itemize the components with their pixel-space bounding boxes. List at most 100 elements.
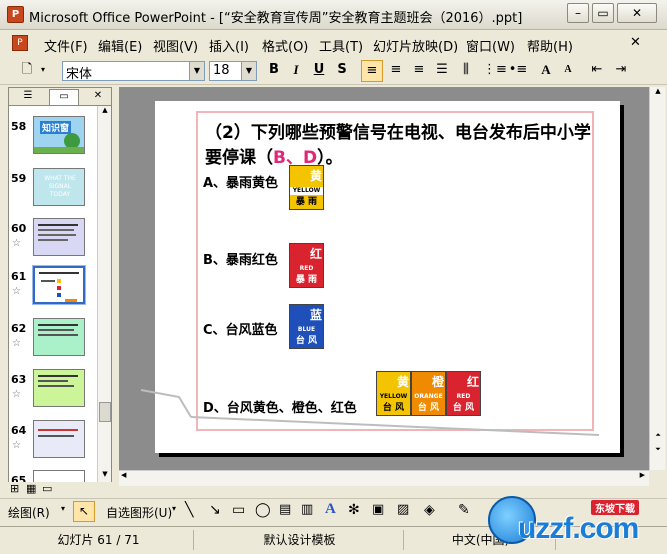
clipart-icon[interactable]: ▣ xyxy=(372,502,384,517)
animation-star-icon: ☆ xyxy=(12,286,21,297)
document-icon[interactable]: P xyxy=(12,35,28,51)
menu-format[interactable]: 格式(O) xyxy=(262,36,308,55)
menu-slideshow[interactable]: 幻灯片放映(D) xyxy=(373,36,458,55)
canvas-horizontal-scrollbar[interactable]: ◀ ▶ xyxy=(119,470,649,486)
autoshapes-dropdown-icon[interactable]: ▾ xyxy=(172,504,176,513)
scroll-right-icon[interactable]: ▶ xyxy=(640,471,645,479)
powerpoint-window: P Microsoft Office PowerPoint - [“安全教育宣传… xyxy=(0,0,667,554)
new-doc-icon[interactable]: 🗋 xyxy=(16,60,38,82)
font-dropdown-icon[interactable]: ▼ xyxy=(189,62,204,80)
menu-view[interactable]: 视图(V) xyxy=(153,36,198,55)
slides-tab-icon[interactable]: ▭ xyxy=(49,89,79,105)
distribute-icon[interactable]: ☰ xyxy=(431,60,453,82)
wordart-icon[interactable]: A xyxy=(325,501,336,518)
draw-dropdown-icon[interactable]: ▾ xyxy=(61,504,65,513)
slide-62-thumbnail[interactable] xyxy=(33,318,85,356)
bullets-icon[interactable]: •≡ xyxy=(507,60,529,82)
prev-slide-icon[interactable]: ⏶ xyxy=(652,431,664,440)
thumbnail-number: 64 xyxy=(11,424,27,437)
numbering-icon[interactable]: ⋮≡ xyxy=(483,60,507,82)
uzzf-logo: 东坡下载 uzzf.com xyxy=(488,494,663,550)
slide-61-thumbnail-selected[interactable] xyxy=(32,265,86,305)
fill-color-icon[interactable]: ◈ xyxy=(424,502,435,518)
draw-menu[interactable]: 绘图(R) xyxy=(8,504,50,521)
diagram-icon[interactable]: ✻ xyxy=(348,502,360,518)
thumbnail-item[interactable]: 59 WHAT THE SIGNAL TODAY xyxy=(9,168,97,218)
increase-indent-icon[interactable]: ⇥ xyxy=(610,60,632,82)
thumbnail-number: 58 xyxy=(11,120,27,133)
doc-close-icon[interactable]: ✕ xyxy=(630,35,641,50)
view-buttons: ⊞ ▦ ▭ xyxy=(8,482,112,498)
outline-tab-icon[interactable]: ☰ xyxy=(15,89,41,105)
normal-view-icon[interactable]: ⊞ xyxy=(10,482,19,495)
maximize-button[interactable]: ▭ xyxy=(592,3,614,23)
columns-icon[interactable]: ⫼ xyxy=(455,60,477,82)
textbox-tool-icon[interactable]: ▤ xyxy=(279,502,291,517)
close-button[interactable]: ✕ xyxy=(617,3,657,23)
picture-icon[interactable]: ▨ xyxy=(397,502,409,517)
slide-thumbnail-pane: ☰ ▭ ✕ 58 知识窗 59 WHAT THE SIGNAL TODAY 60… xyxy=(8,87,112,485)
scroll-up-icon[interactable]: ▲ xyxy=(652,87,664,95)
select-pointer-icon[interactable]: ↖ xyxy=(73,501,95,522)
autoshapes-menu[interactable]: 自选图形(U) xyxy=(106,504,172,521)
menu-tools[interactable]: 工具(T) xyxy=(319,36,363,55)
slide-58-thumbnail[interactable]: 知识窗 xyxy=(33,116,85,154)
rectangle-tool-icon[interactable]: ▭ xyxy=(232,502,245,518)
grow-font-button[interactable]: A xyxy=(535,60,557,82)
scroll-down-icon[interactable]: ▼ xyxy=(99,470,111,482)
slide-sorter-icon[interactable]: ▦ xyxy=(26,482,36,495)
thumbnail-item[interactable]: 58 知识窗 xyxy=(9,116,97,166)
next-slide-icon[interactable]: ⏷ xyxy=(652,445,664,454)
animation-star-icon: ☆ xyxy=(12,338,21,349)
arrow-tool-icon[interactable]: ↘ xyxy=(209,502,221,518)
formatting-toolbar: 🗋 ▾ 宋体 ▼ 18 ▼ B I U S ≡ ≡ ≡ ☰ ⫼ ⋮≡ •≡ A … xyxy=(0,57,667,85)
thumbnail-item[interactable]: 62 ☆ xyxy=(9,318,97,368)
shrink-font-button[interactable]: A xyxy=(557,60,579,82)
thumbnail-item[interactable]: 64 ☆ xyxy=(9,420,97,470)
scroll-up-icon[interactable]: ▲ xyxy=(99,106,111,118)
font-name-select[interactable]: 宋体 ▼ xyxy=(62,61,205,82)
italic-button[interactable]: I xyxy=(286,60,306,82)
scroll-left-icon[interactable]: ◀ xyxy=(121,471,126,479)
line-tool-icon[interactable]: ╲ xyxy=(185,502,193,518)
slide-64-thumbnail[interactable] xyxy=(33,420,85,458)
logo-text: uzzf.com xyxy=(518,512,639,545)
line-color-icon[interactable]: ✎ xyxy=(458,502,470,518)
thumbnail-number: 61 xyxy=(11,270,27,283)
slide-59-thumbnail[interactable]: WHAT THE SIGNAL TODAY xyxy=(33,168,85,206)
powerpoint-app-icon[interactable]: P xyxy=(7,6,24,23)
thumbnail-title: WHAT THE SIGNAL TODAY xyxy=(44,175,76,198)
slide-canvas: （2）下列哪些预警信号在电视、电台发布后中小学要停课（B、D）。 A、暴雨黄色 … xyxy=(119,87,649,470)
thumbnail-scrollbar[interactable]: ▲ ▼ xyxy=(97,106,111,484)
oval-tool-icon[interactable]: ◯ xyxy=(255,502,271,518)
design-template: 默认设计模板 xyxy=(196,530,404,550)
slideshow-icon[interactable]: ▭ xyxy=(42,482,52,495)
decrease-indent-icon[interactable]: ⇤ xyxy=(586,60,608,82)
scroll-thumb[interactable] xyxy=(99,402,111,422)
toolbar-options-icon[interactable]: ▾ xyxy=(38,60,48,82)
thumbnail-item[interactable]: 61 ☆ xyxy=(9,265,97,316)
size-dropdown-icon[interactable]: ▼ xyxy=(241,62,256,80)
bold-button[interactable]: B xyxy=(264,60,284,82)
pane-close-icon[interactable]: ✕ xyxy=(91,89,105,105)
align-center-icon[interactable]: ≡ xyxy=(385,60,407,82)
minimize-button[interactable]: – xyxy=(567,3,589,23)
thumbnail-item[interactable]: 60 ☆ xyxy=(9,218,97,268)
menu-window[interactable]: 窗口(W) xyxy=(466,36,515,55)
font-size-select[interactable]: 18 ▼ xyxy=(209,61,257,81)
menu-edit[interactable]: 编辑(E) xyxy=(98,36,142,55)
underline-button[interactable]: U xyxy=(309,60,329,82)
menu-bar: P 文件(F) 编辑(E) 视图(V) 插入(I) 格式(O) 工具(T) 幻灯… xyxy=(0,31,667,56)
thumbnail-number: 60 xyxy=(11,222,27,235)
thumbnail-item[interactable]: 63 ☆ xyxy=(9,369,97,419)
menu-file[interactable]: 文件(F) xyxy=(44,36,88,55)
align-left-icon[interactable]: ≡ xyxy=(361,60,383,82)
menu-insert[interactable]: 插入(I) xyxy=(209,36,249,55)
slide-60-thumbnail[interactable] xyxy=(33,218,85,256)
vertical-textbox-icon[interactable]: ▥ xyxy=(301,502,313,517)
shadow-button[interactable]: S xyxy=(332,60,352,82)
canvas-vertical-scrollbar[interactable]: ▲ ⏶ ⏷ xyxy=(649,87,665,470)
align-right-icon[interactable]: ≡ xyxy=(408,60,430,82)
slide-63-thumbnail[interactable] xyxy=(33,369,85,407)
menu-help[interactable]: 帮助(H) xyxy=(527,36,573,55)
